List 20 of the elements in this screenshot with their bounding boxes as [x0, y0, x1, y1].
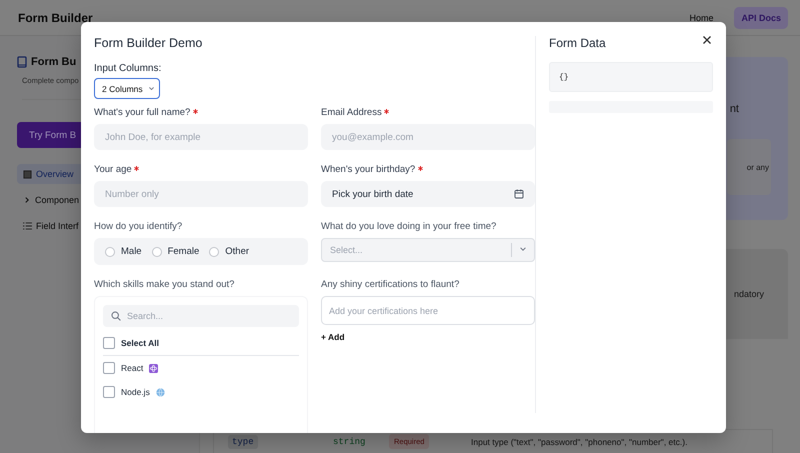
field-label: When's your birthday? — [321, 164, 535, 176]
card-text: ndatory — [734, 289, 764, 299]
field-label: How do you identify? — [94, 221, 184, 233]
table-cell-text: Input type ("text", "password", "phoneno", "number", etc.). — [471, 436, 688, 446]
sidebar-title: Form Bu — [31, 56, 76, 68]
field-label: Email Address — [321, 107, 535, 119]
modal-title: Form Builder Demo — [94, 36, 204, 50]
field-label: What do you love doing in your free time? — [321, 221, 498, 233]
info-box: or any — [727, 139, 771, 195]
field-label: Your age — [94, 164, 308, 176]
columns-label: Input Columns: — [94, 63, 162, 74]
field-label: Any shiny certifications to flaunt? — [321, 279, 460, 291]
app-title: Form Builder — [18, 10, 93, 24]
card-text: nt — [730, 103, 739, 115]
field-label: Which skills make you stand out? — [94, 279, 236, 291]
field-label: What's your full name? — [94, 107, 308, 119]
json-output: {} — [549, 62, 713, 92]
table-cell: string — [333, 436, 366, 446]
form-data-title: Form Data — [549, 36, 606, 50]
table-cell: type — [228, 434, 258, 448]
